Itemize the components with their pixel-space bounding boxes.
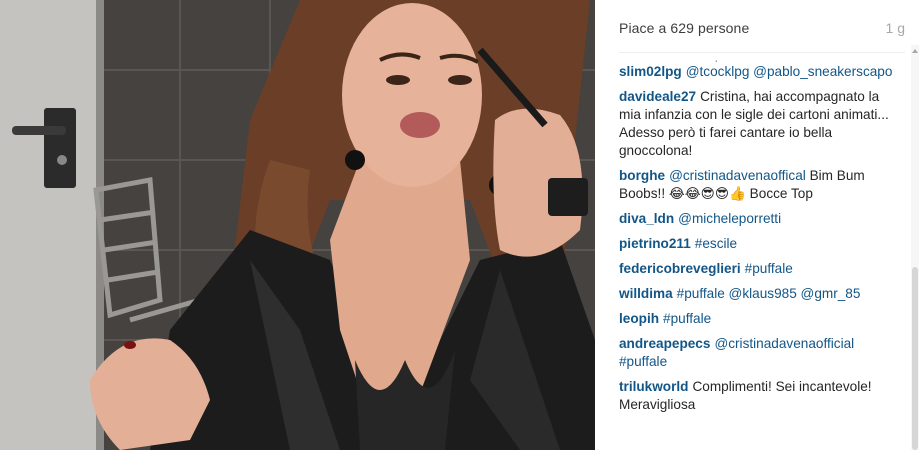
scrollbar-thumb[interactable]	[912, 267, 918, 450]
comment-mention-link[interactable]: @tcocklpg @pablo_sneakerscapo	[686, 64, 893, 79]
comment-mention-link[interactable]: #escile	[695, 236, 737, 251]
comment-item: trilukworld Complimenti! Sei incantevole!…	[619, 378, 893, 414]
likes-count[interactable]: Piace a 629 persone	[619, 20, 749, 36]
comment-item: leopih #puffale	[619, 310, 893, 328]
comment-username[interactable]: andreapepecs	[619, 336, 710, 351]
divider	[619, 52, 905, 53]
post-age[interactable]: 1 g	[886, 20, 905, 36]
post-viewer: Piace a 629 persone 1 g · slim02lpg @tcoc…	[0, 0, 919, 450]
comment-username[interactable]: leopih	[619, 311, 659, 326]
comment-mention-link[interactable]: #puffale	[745, 261, 793, 276]
comment-username[interactable]: borghe	[619, 168, 665, 183]
scrollbar[interactable]	[911, 45, 919, 450]
comment-mention-link[interactable]: @micheleporretti	[678, 211, 781, 226]
comment-item: slim02lpg @tcocklpg @pablo_sneakerscapo	[619, 63, 893, 81]
comment-item: borghe @cristinadavenaoffical Bim Bum Boo…	[619, 167, 893, 203]
comment-item: willdima #puffale @klaus985 @gmr_85	[619, 285, 893, 303]
comment-item: davideale27 Cristina, hai accompagnato la…	[619, 88, 893, 160]
comment-item: pietrino211 #escile	[619, 235, 893, 253]
post-sidebar: Piace a 629 persone 1 g · slim02lpg @tcoc…	[595, 0, 919, 450]
comments-list[interactable]: · slim02lpg @tcocklpg @pablo_sneakerscapo…	[619, 57, 893, 450]
scroll-up-icon[interactable]	[912, 49, 918, 53]
comment-item: andreapepecs @cristinadavenaofficial #puf…	[619, 335, 893, 371]
post-meta: Piace a 629 persone 1 g	[619, 18, 905, 38]
post-photo[interactable]	[0, 0, 595, 450]
comment-username[interactable]: willdima	[619, 286, 673, 301]
comment-username[interactable]: slim02lpg	[619, 64, 682, 79]
comment-username[interactable]: federicobreveglieri	[619, 261, 741, 276]
comment-username[interactable]: pietrino211	[619, 236, 691, 251]
selfie-image	[0, 0, 595, 450]
comment-username[interactable]: diva_ldn	[619, 211, 674, 226]
comment-mention-link[interactable]: #puffale @klaus985 @gmr_85	[677, 286, 861, 301]
comment-item: diva_ldn @micheleporretti	[619, 210, 893, 228]
comment-item: federicobreveglieri #puffale	[619, 260, 893, 278]
comment-username[interactable]: trilukworld	[619, 379, 688, 394]
comment-mention-link[interactable]: @cristinadavenaoffical	[669, 168, 806, 183]
comment-username[interactable]: davideale27	[619, 89, 696, 104]
comment-mention-link[interactable]: #puffale	[663, 311, 711, 326]
